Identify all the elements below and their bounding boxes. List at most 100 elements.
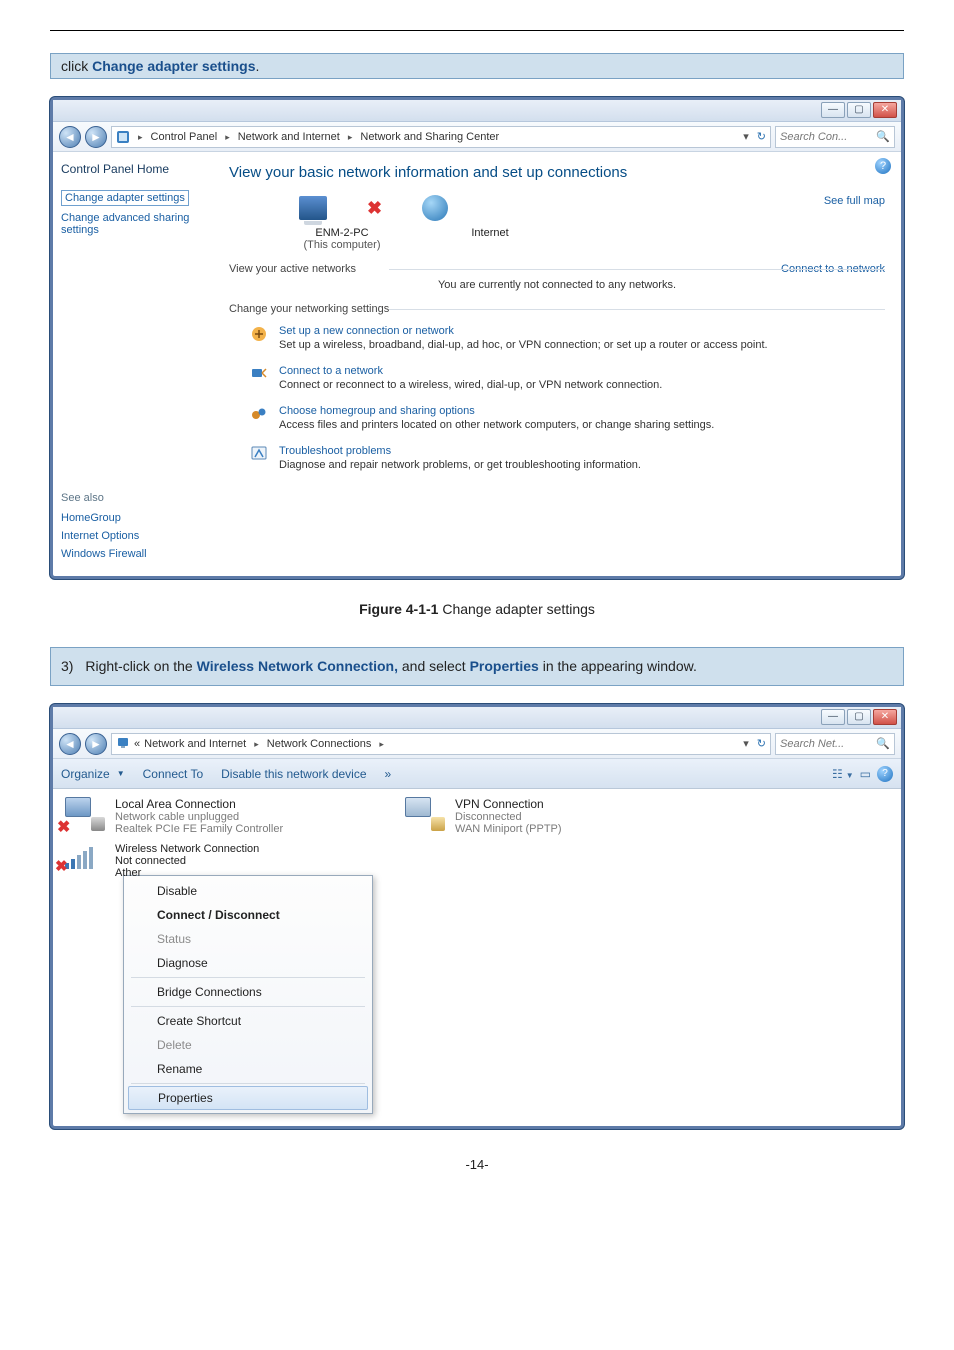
menu-item-connect-disconnect[interactable]: Connect / Disconnect <box>127 903 369 927</box>
help-icon[interactable]: ? <box>875 158 891 174</box>
change-adapter-settings-link[interactable]: Change adapter settings <box>61 190 189 206</box>
crumb-seg[interactable]: Network and Internet <box>238 131 340 143</box>
connect-network-icon <box>250 365 268 391</box>
maximize-button[interactable]: ▢ <box>847 709 871 725</box>
task-setup-connection[interactable]: Set up a new connection or network Set u… <box>249 325 885 351</box>
sidebar: Control Panel Home Change adapter settin… <box>53 152 223 576</box>
breadcrumb[interactable]: Control Panel Network and Internet Netwo… <box>111 126 771 148</box>
minimize-button[interactable]: — <box>821 709 845 725</box>
search-icon: 🔍 <box>876 130 890 143</box>
connection-adapter: Realtek PCIe FE Family Controller <box>115 823 283 835</box>
see-also-heading: See also <box>61 492 215 504</box>
task-title: Troubleshoot problems <box>279 445 641 457</box>
connection-adapter: Ather <box>115 867 259 879</box>
toolbar-more-button[interactable]: » <box>385 767 392 781</box>
toolbar: Organize Connect To Disable this network… <box>53 759 901 789</box>
network-map: ✖ <box>229 195 824 221</box>
page-heading: View your basic network information and … <box>229 164 885 181</box>
task-desc: Diagnose and repair network problems, or… <box>279 459 641 471</box>
connection-status: Network cable unplugged <box>115 811 283 823</box>
instruction-bold: Change adapter settings <box>92 58 255 74</box>
preview-pane-button[interactable]: ▭ <box>860 767 871 781</box>
active-networks-label: View your active networks Connect to a n… <box>229 263 885 275</box>
crumb-seg[interactable]: Network Connections <box>267 738 372 750</box>
menu-separator <box>131 1006 365 1007</box>
task-desc: Access files and printers located on oth… <box>279 419 714 431</box>
crumb-prefix: « <box>134 738 140 750</box>
connection-status: Disconnected <box>455 811 562 823</box>
task-title: Set up a new connection or network <box>279 325 768 337</box>
help-icon[interactable]: ? <box>877 766 893 782</box>
nav-row: ◄ ► Control Panel Network and Internet N… <box>53 122 901 152</box>
step-3-instruction: 3) Right-click on the Wireless Network C… <box>50 647 904 686</box>
troubleshoot-icon <box>250 445 268 471</box>
connection-name: Local Area Connection <box>115 797 283 811</box>
see-also-link[interactable]: Windows Firewall <box>61 548 215 560</box>
see-full-map-link[interactable]: See full map <box>824 195 885 207</box>
back-button[interactable]: ◄ <box>59 126 81 148</box>
control-panel-home-link[interactable]: Control Panel Home <box>61 162 215 176</box>
nav-row: ◄ ► « Network and Internet Network Conne… <box>53 729 901 759</box>
menu-item-create-shortcut[interactable]: Create Shortcut <box>127 1009 369 1033</box>
menu-item-bridge-connections[interactable]: Bridge Connections <box>127 980 369 1004</box>
maximize-button[interactable]: ▢ <box>847 102 871 118</box>
organize-button[interactable]: Organize <box>61 767 125 781</box>
pc-label: ENM-2-PC (This computer) <box>287 227 397 251</box>
menu-item-diagnose[interactable]: Diagnose <box>127 951 369 975</box>
refresh-icon[interactable]: ↻ <box>757 737 766 750</box>
network-sharing-center-window: — ▢ ✕ ◄ ► Control Panel Network and Inte… <box>50 97 904 579</box>
task-desc: Connect or reconnect to a wireless, wire… <box>279 379 662 391</box>
context-menu: Disable Connect / Disconnect Status Diag… <box>123 875 373 1114</box>
breadcrumb-dropdown-icon[interactable]: ▾ <box>743 737 749 750</box>
change-networking-label: Change your networking settings <box>229 303 885 315</box>
change-advanced-sharing-link[interactable]: Change advanced sharing settings <box>61 212 215 236</box>
connect-to-button[interactable]: Connect To <box>143 767 204 781</box>
local-area-connection-item[interactable]: ✖ Local Area Connection Network cable un… <box>65 797 365 835</box>
vpn-connection-item[interactable]: VPN Connection Disconnected WAN Miniport… <box>405 797 705 835</box>
forward-button[interactable]: ► <box>85 733 107 755</box>
refresh-icon[interactable]: ↻ <box>757 130 766 143</box>
disable-device-button[interactable]: Disable this network device <box>221 767 366 781</box>
titlebar: — ▢ ✕ <box>53 707 901 729</box>
task-troubleshoot[interactable]: Troubleshoot problems Diagnose and repai… <box>249 445 885 471</box>
setup-connection-icon <box>250 325 268 351</box>
page-number: -14- <box>50 1157 904 1172</box>
connection-status: Not connected <box>115 855 259 867</box>
search-input[interactable]: Search Net... 🔍 <box>775 733 895 755</box>
menu-separator <box>131 1083 365 1084</box>
see-also-link[interactable]: HomeGroup <box>61 512 215 524</box>
breadcrumb-dropdown-icon[interactable]: ▾ <box>743 130 749 143</box>
minimize-button[interactable]: — <box>821 102 845 118</box>
back-button[interactable]: ◄ <box>59 733 81 755</box>
crumb-seg[interactable]: Control Panel <box>151 131 218 143</box>
crumb-seg[interactable]: Network and Sharing Center <box>360 131 499 143</box>
close-button[interactable]: ✕ <box>873 102 897 118</box>
breadcrumb[interactable]: « Network and Internet Network Connectio… <box>111 733 771 755</box>
see-also-link[interactable]: Internet Options <box>61 530 215 542</box>
vpn-icon <box>405 797 441 827</box>
forward-button[interactable]: ► <box>85 126 107 148</box>
crumb-seg[interactable]: Network and Internet <box>144 738 246 750</box>
internet-icon <box>422 195 448 221</box>
main-pane: ? View your basic network information an… <box>223 152 901 576</box>
task-title: Choose homegroup and sharing options <box>279 405 714 417</box>
wireless-connection-item[interactable]: ✖ Wireless Network Connection Not connec… <box>65 843 901 879</box>
close-button[interactable]: ✕ <box>873 709 897 725</box>
menu-separator <box>131 977 365 978</box>
view-options-button[interactable]: ☷ <box>832 767 854 781</box>
connect-to-network-link[interactable]: Connect to a network <box>781 263 885 275</box>
instruction-plain: click <box>61 58 92 74</box>
task-homegroup[interactable]: Choose homegroup and sharing options Acc… <box>249 405 885 431</box>
connection-adapter: WAN Miniport (PPTP) <box>455 823 562 835</box>
control-panel-icon <box>116 130 130 144</box>
connections-area: ✖ Local Area Connection Network cable un… <box>53 789 901 839</box>
task-connect-network[interactable]: Connect to a network Connect or reconnec… <box>249 365 885 391</box>
this-computer-icon <box>299 196 327 220</box>
menu-item-rename[interactable]: Rename <box>127 1057 369 1081</box>
search-input[interactable]: Search Con... 🔍 <box>775 126 895 148</box>
connection-name: Wireless Network Connection <box>115 843 259 855</box>
internet-label: Internet <box>435 227 545 251</box>
menu-item-properties[interactable]: Properties <box>128 1086 368 1110</box>
task-desc: Set up a wireless, broadband, dial-up, a… <box>279 339 768 351</box>
menu-item-disable[interactable]: Disable <box>127 879 369 903</box>
